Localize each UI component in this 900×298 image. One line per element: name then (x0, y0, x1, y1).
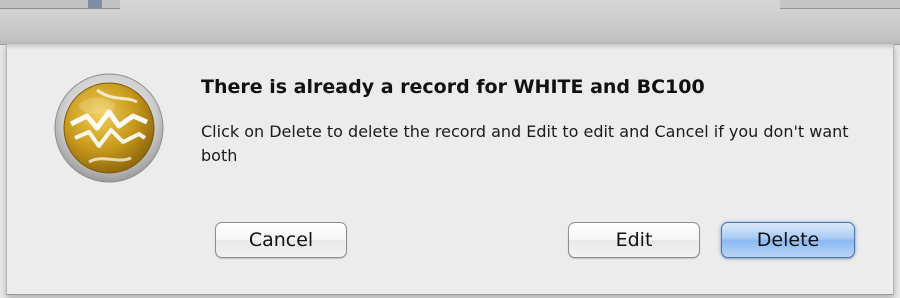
background-window-fragment-left (0, 0, 120, 9)
alert-sheet: There is already a record for WHITE and … (6, 44, 894, 295)
app-icon (54, 73, 164, 183)
edit-button-label: Edit (615, 229, 653, 251)
window-title-strip (0, 0, 900, 45)
cancel-button[interactable]: Cancel (215, 222, 347, 258)
alert-message: Click on Delete to delete the record and… (201, 122, 849, 165)
alert-title: There is already a record for WHITE and … (201, 76, 705, 98)
delete-button-label: Delete (756, 229, 820, 251)
edit-button[interactable]: Edit (568, 222, 700, 258)
background-window-fragment-right (780, 0, 900, 9)
delete-button[interactable]: Delete (721, 222, 855, 258)
cancel-button-label: Cancel (248, 229, 314, 251)
screen: There is already a record for WHITE and … (0, 0, 900, 298)
